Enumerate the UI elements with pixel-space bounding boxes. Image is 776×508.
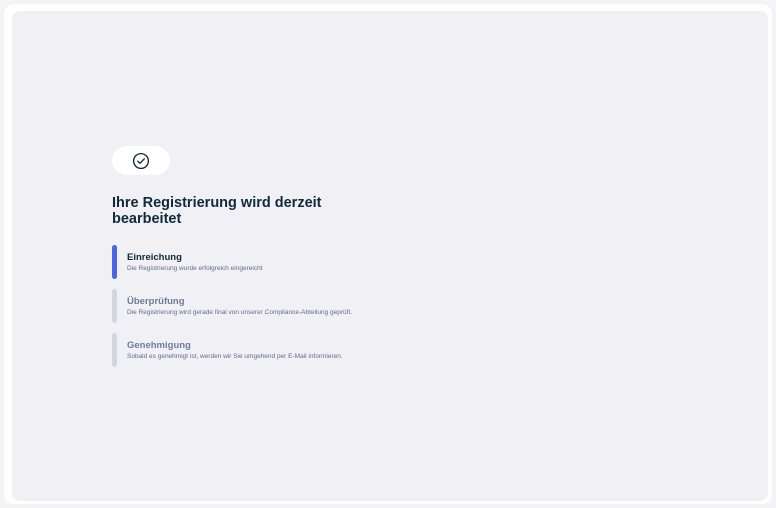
step-indicator bbox=[112, 245, 117, 279]
step-review: Überprüfung Die Registrierung wird gerad… bbox=[112, 289, 532, 323]
step-submission: Einreichung Die Registrierung wurde erfo… bbox=[112, 245, 532, 279]
step-title: Genehmigung bbox=[127, 340, 191, 351]
step-description: Die Registrierung wurde erfolgreich eing… bbox=[127, 265, 263, 272]
step-title: Einreichung bbox=[127, 252, 182, 263]
status-badge bbox=[112, 146, 170, 175]
step-description: Die Registrierung wird gerade final von … bbox=[127, 309, 353, 316]
step-approval: Genehmigung Sobald es genehmigt ist, wer… bbox=[112, 333, 532, 367]
step-title: Überprüfung bbox=[127, 296, 185, 307]
page-title: Ihre Registrierung wird derzeit bearbeit… bbox=[112, 195, 322, 227]
registration-steps: Einreichung Die Registrierung wurde erfo… bbox=[112, 245, 532, 377]
check-circle-icon bbox=[132, 152, 150, 170]
step-indicator bbox=[112, 333, 117, 367]
step-description: Sobald es genehmigt ist, werden wir Sie … bbox=[127, 353, 343, 360]
step-indicator bbox=[112, 289, 117, 323]
